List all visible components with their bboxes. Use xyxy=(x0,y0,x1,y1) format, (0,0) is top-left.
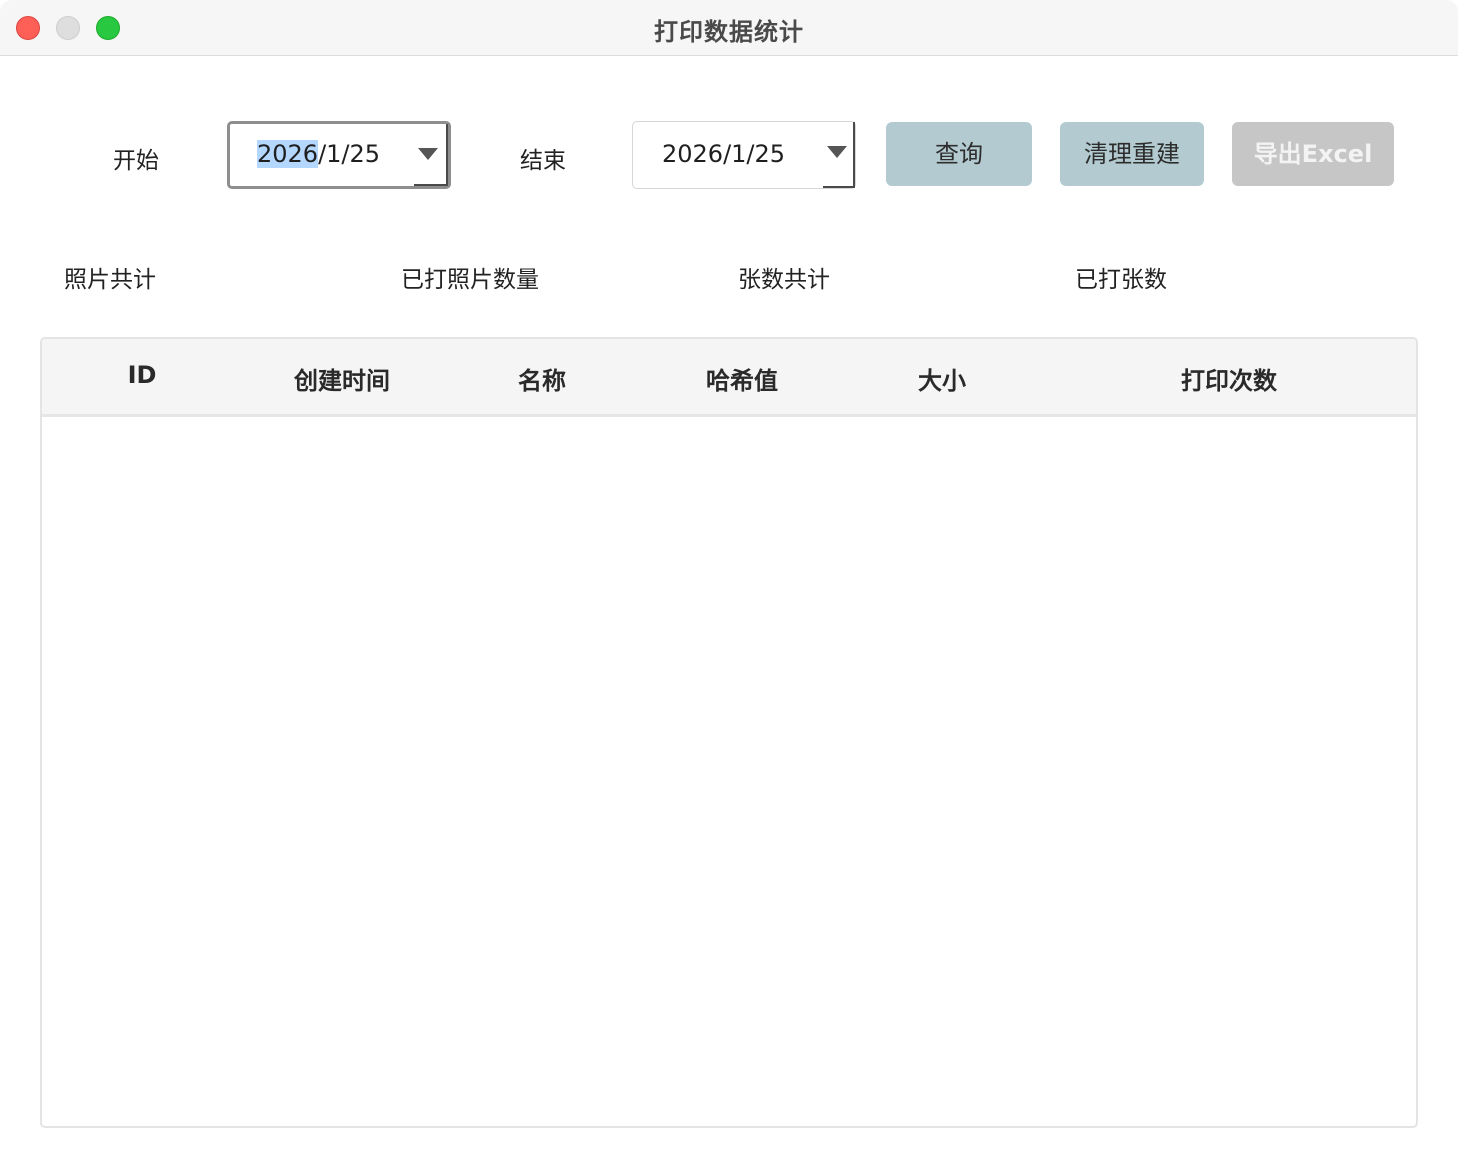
column-header-name[interactable]: 名称 xyxy=(518,361,566,396)
title-bar: 打印数据统计 xyxy=(0,0,1458,56)
sheets-printed-label: 已打张数 xyxy=(1075,267,1167,293)
photos-total-label: 照片共计 xyxy=(64,267,156,293)
table-header: ID 创建时间 名称 哈希值 大小 打印次数 xyxy=(42,339,1416,417)
app-window: 打印数据统计 开始 2026/1/25 结束 2026/1/25 查询 清理重建… xyxy=(0,0,1458,1168)
end-date-picker[interactable]: 2026/1/25 xyxy=(632,121,856,189)
export-excel-button: 导出Excel xyxy=(1232,122,1394,186)
chevron-down-icon xyxy=(827,146,847,158)
end-date-value[interactable]: 2026/1/25 xyxy=(662,140,785,168)
start-date-rest-text: /1/25 xyxy=(318,140,381,168)
column-header-hash[interactable]: 哈希值 xyxy=(706,361,778,396)
photos-printed-label: 已打照片数量 xyxy=(401,267,539,293)
start-date-dropdown-button[interactable] xyxy=(414,124,448,186)
column-header-created-time[interactable]: 创建时间 xyxy=(294,361,390,396)
start-date-value[interactable]: 2026/1/25 xyxy=(257,140,380,168)
column-header-id[interactable]: ID xyxy=(128,361,157,389)
print-records-table[interactable]: ID 创建时间 名称 哈希值 大小 打印次数 xyxy=(40,337,1418,1128)
table-body[interactable] xyxy=(42,417,1416,1126)
query-button[interactable]: 查询 xyxy=(886,122,1032,186)
chevron-down-icon xyxy=(418,148,438,160)
end-date-dropdown-button[interactable] xyxy=(823,122,855,188)
column-header-size[interactable]: 大小 xyxy=(918,361,966,396)
window-title: 打印数据统计 xyxy=(654,18,804,46)
start-date-selected-text: 2026 xyxy=(257,140,319,168)
end-date-label: 结束 xyxy=(520,148,566,174)
column-header-print-count[interactable]: 打印次数 xyxy=(1181,361,1277,396)
rebuild-button[interactable]: 清理重建 xyxy=(1060,122,1204,186)
start-date-label: 开始 xyxy=(113,148,159,174)
start-date-picker[interactable]: 2026/1/25 xyxy=(227,121,451,189)
sheets-total-label: 张数共计 xyxy=(738,267,830,293)
